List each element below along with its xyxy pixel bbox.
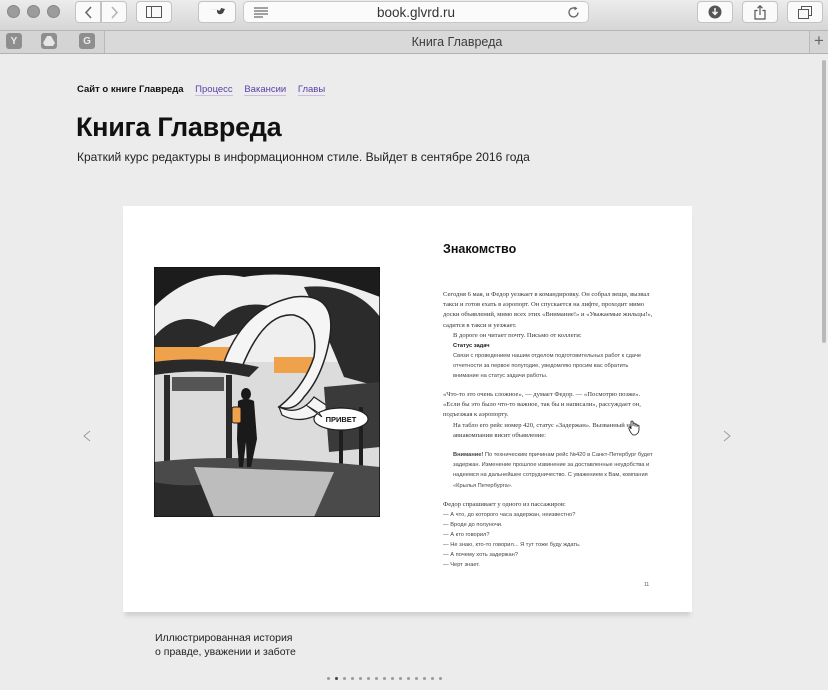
slide-pager [327,677,442,680]
browser-toolbar: book.glvrd.ru [0,0,828,31]
page-title: Книга Главреда [76,112,282,142]
dialog-line: — А почему хоть задержан? [443,552,518,558]
book-spread[interactable]: ПРИВЕТ Знакомство Сегодня 6 мая, и Федор… [123,206,692,612]
chapter-paragraph-4: На табло его рейс номер 420, статус «Зад… [453,422,633,440]
close-window-button[interactable] [7,5,20,18]
tabs-icon [798,5,812,19]
tab-active[interactable]: Книга Главреда [104,31,810,53]
chapter-paragraph-3: «Что-то это очень сложное», — думает Фед… [443,391,641,419]
notice-body: По техническим причинам рейс №420 в Санк… [453,452,653,489]
chevron-right-icon [110,5,118,19]
book-tagline: Иллюстрированная история о правде, уваже… [155,631,355,659]
pager-dot[interactable] [335,677,338,680]
drive-favicon[interactable] [41,33,57,49]
pager-dot[interactable] [383,677,386,680]
email-heading: Статус задач [453,343,490,349]
google-favicon[interactable]: G [79,33,95,49]
chapter-paragraph-2: В дороге он читает почту. Письмо от колл… [453,332,582,339]
downloads-button[interactable] [697,1,733,23]
pager-dot[interactable] [423,677,426,680]
nav-link-chapters[interactable]: Главы [297,84,326,96]
site-nav: Сайт о книге Главреда Процесс Вакансии Г… [77,84,334,96]
mouse-cursor-icon [628,420,640,436]
previous-slide-arrow[interactable] [82,430,92,442]
dialog-list: — А что, до которого часа задержан, неиз… [443,510,655,570]
pager-dot[interactable] [415,677,418,680]
flight-notice: Внимание! По техническим причинам рейс №… [443,450,655,491]
new-tab-button[interactable]: + [810,31,828,53]
dialog-line: — Вроде до полуночи. [443,522,503,528]
share-icon [754,4,766,20]
comic-illustration: ПРИВЕТ [154,267,380,517]
tab-bar: Y G Книга Главреда + [0,31,828,54]
chapter-paragraph-1: Сегодня 6 мая, и Федор уезжает в команди… [443,291,653,329]
tagline-line-2: о правде, уважении и заботе [155,646,296,658]
pager-dot[interactable] [343,677,346,680]
chevron-left-icon [84,5,92,19]
url-text: book.glvrd.ru [376,5,456,20]
pager-dot[interactable] [375,677,378,680]
pager-dot[interactable] [407,677,410,680]
pipe-icon [209,8,225,15]
site-name[interactable]: Сайт о книге Главреда [77,84,184,95]
pager-dot[interactable] [439,677,442,680]
sidebar-button[interactable] [136,1,172,23]
reload-icon[interactable] [567,6,580,19]
pager-dot[interactable] [431,677,434,680]
forward-button[interactable] [101,1,127,23]
pager-dot[interactable] [351,677,354,680]
nav-link-vacancies[interactable]: Вакансии [244,84,287,96]
tabs-overview-button[interactable] [787,1,823,23]
drive-icon [43,36,55,46]
tab-title: Книга Главреда [411,35,503,49]
yandex-favicon[interactable]: Y [6,33,22,49]
dialog-line: — А что, до которого часа задержан, неиз… [443,512,576,518]
dialog-line: — Не знаю, кто-то говорил... Я тут тоже … [443,542,581,548]
notice-lead: Внимание! [453,452,484,458]
dialog-line: — Черт знает. [443,562,480,568]
page-number: 11 [644,582,650,588]
dialog-line: — А кто говорил? [443,532,490,538]
pager-dot[interactable] [399,677,402,680]
extension-button[interactable] [198,1,236,23]
download-icon [708,5,722,19]
email-body: Связи с проведением нашим отделом подгот… [453,353,642,380]
page-content: Сайт о книге Главреда Процесс Вакансии Г… [0,55,828,690]
share-button[interactable] [742,1,778,23]
page-subtitle: Краткий курс редактуры в информационном … [77,150,530,164]
speech-bubble-text: ПРИВЕТ [326,415,357,424]
chapter-paragraph-5: Федор спрашивает у одного из пассажиров: [443,501,566,508]
nav-link-process[interactable]: Процесс [195,84,233,96]
address-bar[interactable]: book.glvrd.ru [243,1,589,23]
tagline-line-1: Иллюстрированная история [155,632,293,644]
scrollbar[interactable] [822,60,826,343]
pager-dot[interactable] [367,677,370,680]
pager-dot[interactable] [391,677,394,680]
back-button[interactable] [75,1,101,23]
zoom-window-button[interactable] [47,5,60,18]
chapter-title: Знакомство [443,242,517,256]
pager-dot[interactable] [327,677,330,680]
minimize-window-button[interactable] [27,5,40,18]
next-slide-arrow[interactable] [722,430,732,442]
sidebar-icon [146,6,162,18]
pager-dot[interactable] [359,677,362,680]
